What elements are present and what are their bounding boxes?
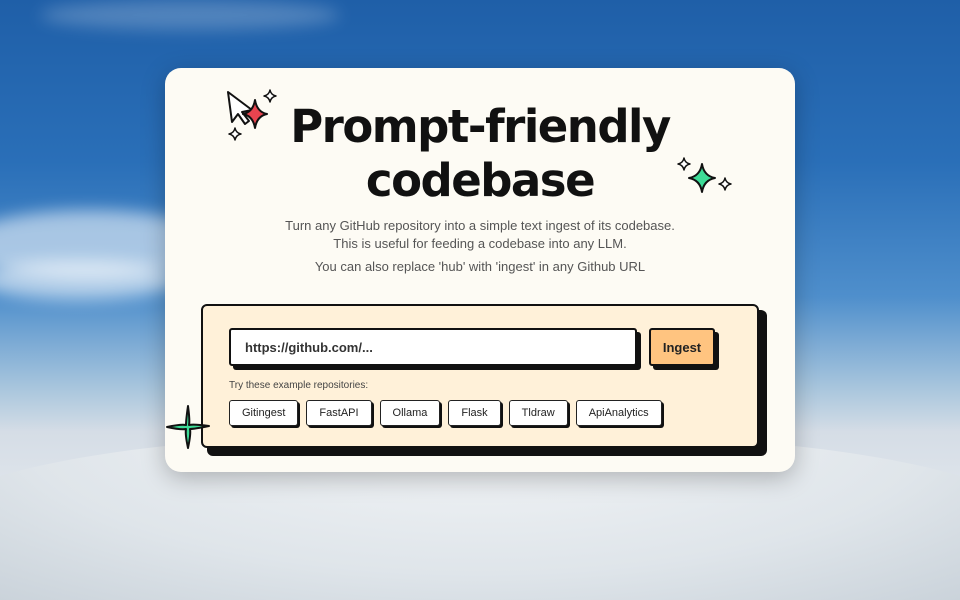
ingest-button[interactable]: Ingest: [649, 328, 715, 366]
hero-card: Prompt-friendly codebase Turn any GitHub…: [165, 68, 795, 472]
description-line-3: You can also replace 'hub' with 'ingest'…: [314, 259, 646, 274]
repo-url-input[interactable]: [229, 328, 637, 366]
ingest-panel: Ingest Try these example repositories: G…: [201, 304, 759, 448]
url-input-wrapper: [229, 328, 641, 370]
example-repo-ollama[interactable]: Ollama: [379, 400, 441, 426]
example-repo-tldraw[interactable]: Tldraw: [508, 400, 568, 426]
description-line-1: Turn any GitHub repository into a simple…: [285, 218, 675, 233]
page-title: Prompt-friendly codebase: [165, 100, 795, 208]
star-icon: [166, 405, 210, 449]
example-repo-gitingest[interactable]: Gitingest: [229, 400, 299, 426]
title-line-2: codebase: [365, 154, 596, 207]
examples-label: Try these example repositories:: [229, 380, 369, 391]
example-repo-fastapi[interactable]: FastAPI: [306, 400, 372, 426]
example-repo-apianalytics[interactable]: ApiAnalytics: [575, 400, 662, 426]
title-line-1: Prompt-friendly: [290, 100, 671, 153]
ingest-button-wrapper: Ingest: [649, 328, 719, 370]
description-line-2: This is useful for feeding a codebase in…: [333, 236, 627, 251]
example-repo-flask[interactable]: Flask: [448, 400, 501, 426]
example-repos: Gitingest FastAPI Ollama Flask Tldraw Ap…: [229, 400, 662, 426]
